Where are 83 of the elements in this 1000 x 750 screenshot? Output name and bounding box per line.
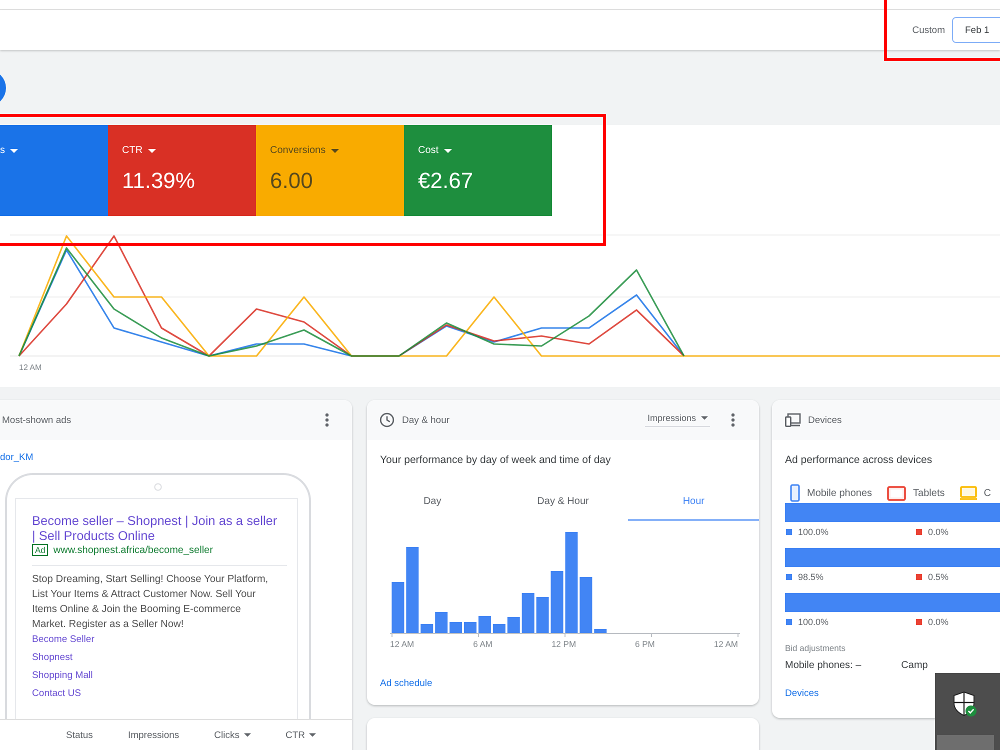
metric-selector[interactable]: s (0, 145, 18, 157)
legend-label: C (984, 488, 991, 498)
caret-icon (148, 149, 156, 153)
card-title: Day & hour (402, 414, 450, 426)
column-header[interactable]: Status (66, 730, 93, 740)
column-header[interactable]: CTR (286, 730, 316, 740)
shield-check-icon (952, 691, 978, 717)
metric-dropdown[interactable]: Impressions (645, 413, 710, 427)
chart-bar (435, 612, 448, 633)
legend-label: Tablets (913, 488, 945, 498)
bid-value: Mobile phones: – (785, 660, 862, 672)
card-title: Devices (808, 414, 842, 426)
ad-schedule-link[interactable]: Ad schedule (380, 678, 432, 690)
card-subtitle: Ad performance across devices (785, 454, 934, 466)
caret-icon (330, 149, 339, 153)
chart-bar (478, 616, 491, 633)
more-options-icon[interactable] (325, 413, 329, 427)
date-field[interactable]: Feb 1 (952, 17, 1000, 43)
sitelink[interactable]: Contact US (32, 687, 82, 701)
axis-label: 6 AM (473, 639, 492, 650)
metric-card[interactable]: Conversions 6.00 (256, 125, 404, 216)
bid-value: Camp (901, 660, 928, 672)
share-value: 100.0% (798, 526, 829, 538)
legend-label: Mobile phones (807, 488, 872, 498)
devices-link[interactable]: Devices (785, 688, 819, 700)
axis-label: 6 PM (635, 639, 655, 650)
column-header[interactable]: Impressions (128, 730, 180, 740)
sitelink[interactable]: Shopnest (32, 651, 73, 665)
caret-icon (10, 149, 18, 153)
axis-label: 12 AM (390, 639, 414, 650)
metric-card[interactable]: CTR 11.39% (108, 125, 256, 216)
chart-bar (580, 577, 592, 633)
metric-card[interactable]: s (0, 125, 108, 216)
chart-bar (507, 617, 520, 633)
date-range-label: Custom (912, 24, 945, 36)
ring-icon (154, 483, 162, 491)
more-options-icon[interactable] (731, 413, 735, 427)
metric-value: 6.00 (270, 168, 313, 194)
chart-bar (594, 629, 607, 633)
metric-selector[interactable]: Conversions (270, 145, 339, 157)
card-subtitle: Your performance by day of week and time of day (380, 454, 612, 466)
tab[interactable]: Hour (628, 483, 759, 521)
share-value: 0.5% (928, 571, 949, 583)
panel-tile (937, 735, 994, 750)
chart-bar (492, 624, 506, 633)
chart-bar (536, 597, 549, 633)
ad-url: www.shopnest.africa/become_seller (53, 544, 213, 556)
caret-icon (309, 733, 316, 737)
chart-bar (464, 622, 476, 633)
share-value: 100.0% (798, 616, 829, 628)
column-header[interactable]: Clicks (214, 730, 250, 740)
clock-icon (379, 412, 395, 428)
metric-card[interactable]: Cost €2.67 (404, 125, 552, 216)
ad-description: Stop Dreaming, Start Selling! Choose Your Platform, List Your Items & Attract Customer Now. Sell Your Items Online & Join the Booming E-commerce Market. Register as a Seller Now! (32, 573, 270, 632)
caret-icon (244, 733, 250, 737)
axis-label: 12 AM (19, 362, 42, 373)
metric-selector[interactable]: Cost (418, 145, 452, 157)
account-link[interactable]: dor_KM (0, 452, 34, 464)
metric-value: €2.67 (418, 168, 474, 194)
axis-label: 12 PM (551, 639, 576, 650)
axis-label: 12 AM (714, 639, 738, 650)
chart-bar (522, 593, 534, 633)
chart-bar (420, 624, 434, 633)
sitelink[interactable]: Shopping Mall (32, 669, 93, 683)
chart-bar (450, 622, 462, 633)
caret-icon (444, 149, 452, 153)
tab[interactable]: Day (367, 483, 498, 521)
devices-icon (785, 413, 801, 427)
caret-icon (701, 416, 708, 420)
ad-headline[interactable]: Become seller – Shopnest | Join as a seller | Sell Products Online (32, 513, 281, 543)
share-value: 98.5% (798, 571, 824, 583)
share-value: 0.0% (928, 526, 949, 538)
bid-label: Bid adjustments (785, 642, 846, 654)
chart-bar (392, 582, 404, 633)
sitelink[interactable]: Become Seller (32, 633, 94, 647)
tab[interactable]: Day & Hour (498, 483, 628, 521)
card-title: Most-shown ads (2, 414, 72, 426)
metric-selector[interactable]: CTR (122, 145, 156, 157)
ad-tag: Ad (32, 544, 48, 556)
metric-value: 11.39% (122, 168, 195, 194)
chart-bar (550, 571, 564, 633)
notification-panel[interactable] (935, 673, 1000, 750)
share-value: 0.0% (928, 616, 949, 628)
